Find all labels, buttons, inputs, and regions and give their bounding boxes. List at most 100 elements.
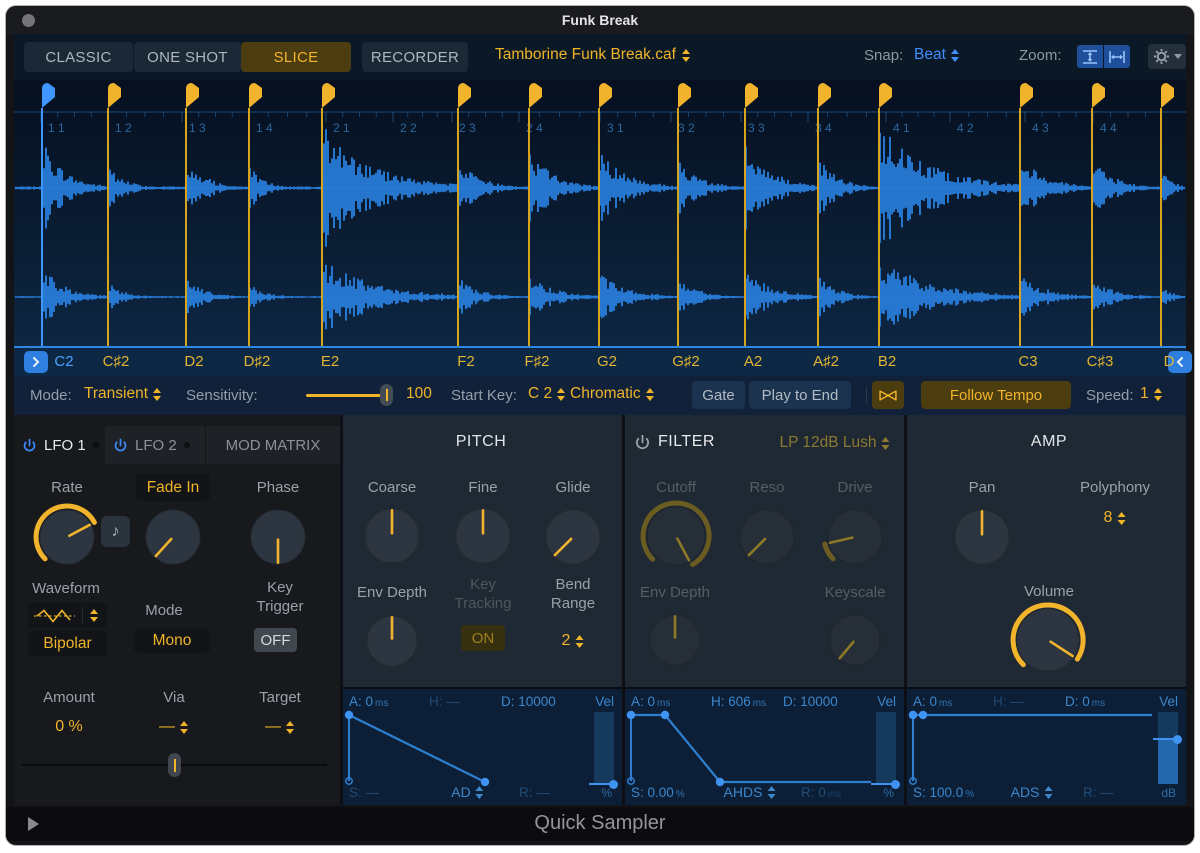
start-key-select[interactable]: C 2 [528,385,566,403]
pitch-key-tracking-toggle[interactable]: ON [461,625,505,651]
filter-env-depth-knob[interactable] [641,606,709,674]
snap-select[interactable]: Beat [914,46,960,64]
slice-marker[interactable] [249,83,262,108]
slice-marker[interactable] [529,83,542,108]
tab-lfo-2[interactable]: LFO 2 [105,426,205,464]
zoom-horizontal-button[interactable] [1104,45,1130,68]
slice-marker[interactable] [42,83,55,108]
envelope-plot[interactable] [907,689,1186,805]
slice-marker[interactable] [1161,83,1174,108]
lfo-mode-select[interactable]: Mono [134,628,210,653]
slice-marker[interactable] [458,83,471,108]
slice-marker[interactable] [1020,83,1033,108]
lfo-via-select[interactable]: — [159,718,189,736]
mode-tab-classic[interactable]: CLASSIC [24,42,133,72]
velocity-slider[interactable] [589,712,618,789]
pitch-fine-knob[interactable] [447,500,519,572]
scale-select[interactable]: Chromatic [570,385,655,403]
mode-tab-recorder[interactable]: RECORDER [362,42,468,72]
lfo-waveform-select[interactable] [28,603,107,628]
filter-drive-knob[interactable] [819,501,891,573]
scroll-left-button[interactable] [24,351,48,373]
slice-key-Cs3[interactable]: C♯3 [1087,353,1114,370]
slice-mode-select[interactable]: Transient [84,385,162,403]
slice-key-E2[interactable]: E2 [321,353,339,370]
slice-key-Ds2[interactable]: D♯2 [244,353,271,370]
amp-volume-knob[interactable] [1008,600,1088,680]
velocity-slider[interactable] [871,712,900,789]
velocity-slider[interactable] [1153,712,1182,784]
divider [866,387,867,403]
lfo-rate-knob[interactable] [31,501,103,573]
slice-key-B2[interactable]: B2 [878,353,896,370]
amp-polyphony-select[interactable]: 8 [1104,509,1127,527]
slice-key-F2[interactable]: F2 [457,353,475,370]
slice-key-As2[interactable]: A♯2 [813,353,839,370]
slice-key-Gs2[interactable]: G♯2 [672,353,700,370]
play-to-end-button[interactable]: Play to End [749,381,851,409]
lfo-fade-in-knob[interactable] [137,501,209,573]
filter-reso-knob[interactable] [731,501,803,573]
slice-marker[interactable] [108,83,121,108]
slice-key-C2[interactable]: C2 [54,353,73,370]
velocity-handle[interactable] [1173,734,1182,744]
mode-tab-one-shot[interactable]: ONE SHOT [134,42,241,72]
slice-marker[interactable] [678,83,691,108]
envelope-plot[interactable] [625,689,904,805]
pitch-glide-knob[interactable] [537,501,609,573]
lfo-tempo-sync-button[interactable]: ♪ [101,516,130,547]
filter-envelope[interactable]: A: 0 ms H: 606 ms D: 10000 Vel S: 0.00% R: 0 ms%… [625,687,904,805]
slice-key-Fs2[interactable]: F♯2 [524,353,549,370]
gate-button[interactable]: Gate [692,381,745,409]
filter-cutoff-knob[interactable] [638,498,714,574]
slice-key-A2[interactable]: A2 [744,353,762,370]
envelope-plot[interactable] [343,689,622,805]
lfo-fade-mode-select[interactable]: Fade In [136,474,210,501]
slice-marker[interactable] [599,83,612,108]
power-icon[interactable] [22,438,37,453]
slice-key-C3[interactable]: C3 [1018,353,1037,370]
slice-key-Cs2[interactable]: C♯2 [103,353,130,370]
mode-tab-slice[interactable]: SLICE [241,42,351,72]
slice-marker[interactable] [818,83,831,108]
filter-keyscale-knob[interactable] [821,606,889,674]
speed-select[interactable]: 1 [1140,385,1163,403]
slice-marker[interactable] [186,83,199,108]
slice-marker[interactable] [745,83,758,108]
slice-key-G2[interactable]: G2 [597,353,617,370]
pitch-bend-range-select[interactable]: 2 [562,632,585,650]
crossfade-loop-button[interactable] [872,381,904,409]
pitch-env-depth-knob[interactable] [358,607,426,675]
tab-lfo-1[interactable]: LFO 1 [14,426,105,464]
lfo-amount-value[interactable]: 0 % [55,718,83,736]
slice-marker[interactable] [879,83,892,108]
zoom-vertical-button[interactable] [1077,45,1103,68]
tab-mod-matrix[interactable]: MOD MATRIX [205,426,340,464]
slice-key-D2[interactable]: D2 [184,353,203,370]
lfo-amount-slider-handle[interactable] [168,753,181,777]
sample-file-select[interactable]: Tamborine Funk Break.caf [495,46,691,64]
sensitivity-slider-track[interactable] [306,394,390,397]
power-icon[interactable] [113,438,128,453]
filter-power-button[interactable] [634,434,651,456]
amp-pan-knob[interactable] [946,501,1018,573]
pitch-coarse-knob[interactable] [356,500,428,572]
updown-chevron-icon [1153,387,1163,401]
ruler-beat-label: 3 3 [748,121,765,135]
slice-marker[interactable] [322,83,335,108]
lfo-target-select[interactable]: — [265,718,295,736]
lfo-phase-knob[interactable] [242,501,314,573]
velocity-handle[interactable] [609,779,618,789]
follow-tempo-button[interactable]: Follow Tempo [921,381,1071,409]
lfo-polarity-button[interactable]: Bipolar [28,631,107,656]
slice-key-D[interactable]: D [1164,353,1175,370]
velocity-handle[interactable] [891,779,900,789]
waveform-display[interactable]: 1 11 21 31 42 12 22 32 43 13 23 33 44 14… [14,80,1186,346]
sensitivity-slider-handle[interactable] [380,384,393,406]
amp-envelope[interactable]: A: 0 ms H: — D: 0 ms Vel S: 100.0% R: — dB ADS [907,687,1186,805]
settings-button[interactable] [1148,44,1186,69]
slice-marker[interactable] [1092,83,1105,108]
lfo-key-trigger-toggle[interactable]: OFF [254,628,297,652]
pitch-envelope[interactable]: A: 0 ms H: — D: 10000 Vel S: — R: —% AD [343,687,622,805]
filter-type-select[interactable]: LP 12dB Lush [779,434,890,452]
